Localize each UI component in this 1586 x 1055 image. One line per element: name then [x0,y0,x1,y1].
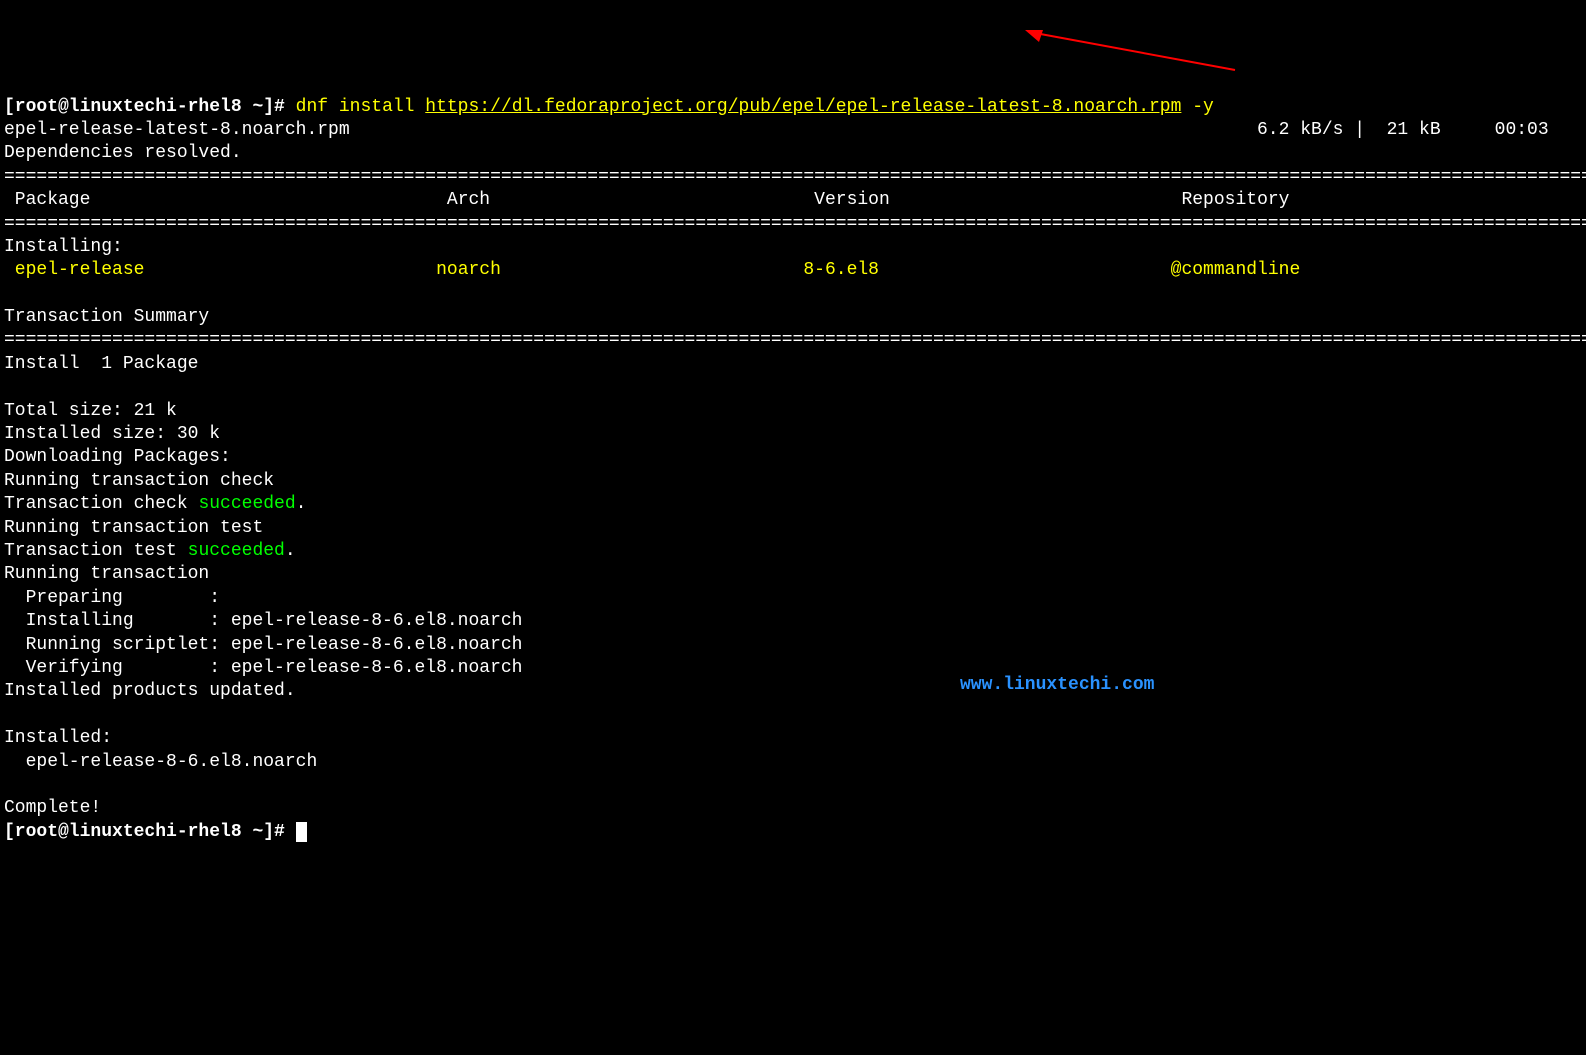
prompt-line-1: [root@linuxtechi-rhel8 ~]# dnf install h… [4,97,1214,117]
annotation-arrow-icon [1025,30,1245,75]
command-url: https://dl.fedoraproject.org/pub/epel/ep… [425,97,1181,117]
col-header-arch: Arch [447,190,490,210]
installed-label: Installed: [4,728,112,748]
watermark-link: www.linuxtechi.com [960,674,1154,697]
prompt-prefix: [root@linuxtechi-rhel8 ~]# [4,822,296,842]
cell-package: epel-release [4,260,144,280]
products-updated: Installed products updated. [4,681,296,701]
scriptlet-step: Running scriptlet: epel-release-8-6.el8.… [4,635,1586,655]
command-flag: -y [1181,97,1213,117]
divider-line: ========================================… [4,214,1586,234]
table-header-row: Package Arch Version Repository Size [4,190,1586,210]
download-progress-line: epel-release-latest-8.noarch.rpm 6.2 kB/… [4,120,1549,140]
col-header-package: Package [4,190,90,210]
transaction-summary-label: Transaction Summary [4,307,209,327]
install-count: Install 1 Package [4,354,198,374]
prompt-prefix: [root@linuxtechi-rhel8 ~]# [4,97,296,117]
total-size: Total size: 21 k [4,401,177,421]
terminal-output: [root@linuxtechi-rhel8 ~]# dnf install h… [4,96,1582,845]
installed-size: Installed size: 30 k [4,424,220,444]
downloading-packages: Downloading Packages: [4,447,231,467]
installing-step: Installing : epel-release-8-6.el8.noarch… [4,611,1586,631]
succeeded-text: succeeded [198,494,295,514]
preparing-step: Preparing : 1/1 [4,588,1586,608]
succeeded-text: succeeded [188,541,285,561]
verifying-step: Verifying : epel-release-8-6.el8.noarch … [4,658,1586,678]
cell-version: 8-6.el8 [803,260,879,280]
col-header-version: Version [814,190,890,210]
transaction-check-result: Transaction check succeeded. [4,494,306,514]
package-row: epel-release noarch 8-6.el8 @commandline… [4,260,1586,280]
dependencies-resolved: Dependencies resolved. [4,143,242,163]
installed-package: epel-release-8-6.el8.noarch [4,752,317,772]
transaction-test-result: Transaction test succeeded. [4,541,296,561]
col-header-repository: Repository [1181,190,1289,210]
cell-repository: @commandline [1171,260,1301,280]
complete-label: Complete! [4,798,101,818]
running-transaction: Running transaction [4,564,209,584]
divider-line: ========================================… [4,167,1586,187]
running-transaction-check: Running transaction check [4,471,274,491]
prompt-line-2[interactable]: [root@linuxtechi-rhel8 ~]# [4,822,307,842]
installing-section-label: Installing: [4,237,123,257]
command-dnf-install: dnf install [296,97,426,117]
running-transaction-test: Running transaction test [4,518,263,538]
cursor-icon [296,822,307,842]
cell-arch: noarch [436,260,501,280]
divider-line: ========================================… [4,330,1586,350]
